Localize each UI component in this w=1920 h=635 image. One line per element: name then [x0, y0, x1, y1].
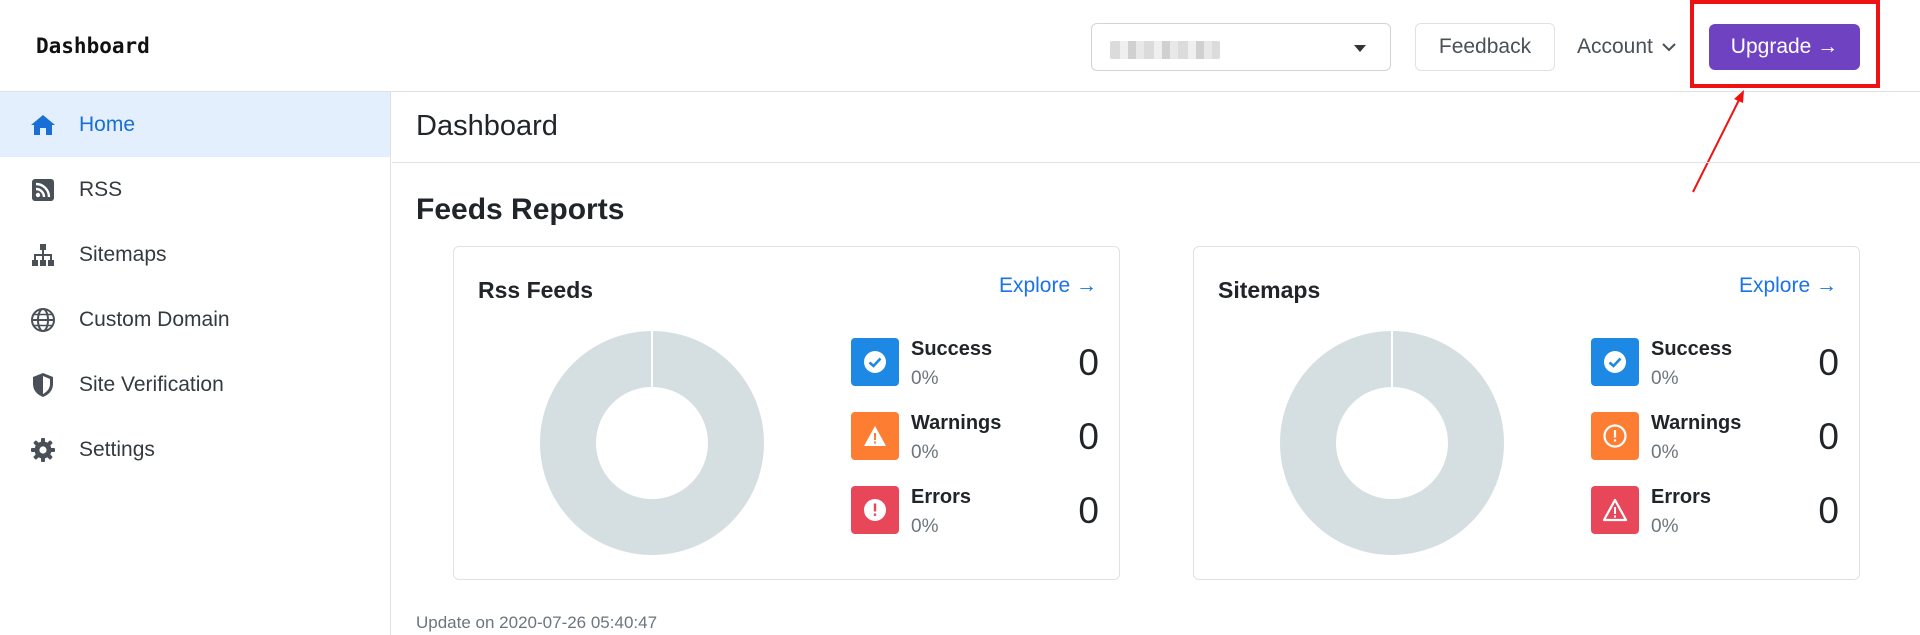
sidebar-item-label: Home [79, 112, 136, 136]
chevron-down-icon [1662, 43, 1676, 52]
sidebar-item-settings[interactable]: Settings [0, 417, 390, 482]
rss-feeds-card: Rss Feeds Explore → Success 0% 0 Warning… [453, 246, 1120, 580]
stat-errors: Errors 0% 0 [1591, 486, 1839, 542]
page-header: Dashboard [392, 92, 1920, 163]
account-menu[interactable]: Account [1577, 35, 1677, 59]
site-selector[interactable] [1091, 23, 1391, 71]
stat-warnings: Warnings 0% 0 [851, 412, 1099, 468]
sidebar-item-site-verification[interactable]: Site Verification [0, 352, 390, 417]
explore-link[interactable]: Explore → [999, 274, 1097, 298]
sidebar-item-label: Custom Domain [79, 307, 230, 331]
stat-name: Warnings [911, 412, 1002, 434]
stat-success: Success 0% 0 [851, 338, 1099, 394]
sidebar-item-sitemaps[interactable]: Sitemaps [0, 222, 390, 287]
stat-name: Success [911, 338, 993, 360]
page-title: Dashboard [416, 110, 558, 142]
sidebar-item-label: Sitemaps [79, 242, 167, 266]
explore-link[interactable]: Explore → [1739, 274, 1837, 298]
stat-name: Warnings [1651, 412, 1742, 434]
check-circle-icon [1591, 338, 1639, 386]
stat-count: 0 [1818, 490, 1839, 531]
stat-count: 0 [1818, 416, 1839, 457]
donut-chart [1280, 331, 1504, 555]
warning-triangle-icon [851, 412, 899, 460]
sitemap-icon [29, 241, 57, 269]
last-update-note: Update on 2020-07-26 05:40:47 [416, 613, 658, 632]
sidebar-item-custom-domain[interactable]: Custom Domain [0, 287, 390, 352]
stat-name: Errors [1651, 486, 1712, 508]
sidebar-item-label: RSS [79, 177, 123, 201]
sidebar-item-label: Site Verification [79, 372, 224, 396]
shield-icon [29, 371, 57, 399]
error-circle-icon [851, 486, 899, 534]
stat-count: 0 [1818, 342, 1839, 383]
sidebar-item-label: Settings [79, 437, 155, 461]
stat-percent: 0% [911, 516, 939, 537]
stat-percent: 0% [911, 442, 939, 463]
stat-name: Success [1651, 338, 1733, 360]
stat-percent: 0% [1651, 516, 1679, 537]
globe-icon [29, 306, 57, 334]
stat-percent: 0% [911, 368, 939, 389]
stat-percent: 0% [1651, 442, 1679, 463]
sidebar: Home RSS Sitemaps Custom Domain Site Ver… [0, 92, 391, 635]
exclamation-circle-icon [1591, 412, 1639, 460]
stat-count: 0 [1078, 342, 1099, 383]
sidebar-item-home[interactable]: Home [0, 92, 390, 157]
site-selector-value-redacted [1110, 41, 1220, 59]
card-title: Sitemaps [1218, 277, 1321, 303]
stat-percent: 0% [1651, 368, 1679, 389]
sidebar-item-rss[interactable]: RSS [0, 157, 390, 222]
top-bar: Dashboard Feedback Account Upgrade → [0, 0, 1920, 92]
card-title: Rss Feeds [478, 277, 594, 303]
stat-warnings: Warnings 0% 0 [1591, 412, 1839, 468]
account-label: Account [1577, 35, 1653, 58]
feedback-button[interactable]: Feedback [1415, 23, 1555, 71]
sitemaps-card: Sitemaps Explore → Success 0% 0 Warnings… [1193, 246, 1860, 580]
stat-name: Errors [911, 486, 972, 508]
stat-errors: Errors 0% 0 [851, 486, 1099, 542]
stat-count: 0 [1078, 490, 1099, 531]
rss-icon [29, 176, 57, 204]
check-circle-icon [851, 338, 899, 386]
annotation-highlight-box [1690, 0, 1880, 88]
warning-triangle-icon [1591, 486, 1639, 534]
gear-icon [29, 436, 57, 464]
caret-down-icon [1354, 45, 1366, 52]
section-title: Feeds Reports [416, 193, 625, 226]
stat-count: 0 [1078, 416, 1099, 457]
brand-title[interactable]: Dashboard [36, 34, 150, 58]
home-icon [29, 111, 57, 139]
donut-chart [540, 331, 764, 555]
stat-success: Success 0% 0 [1591, 338, 1839, 394]
